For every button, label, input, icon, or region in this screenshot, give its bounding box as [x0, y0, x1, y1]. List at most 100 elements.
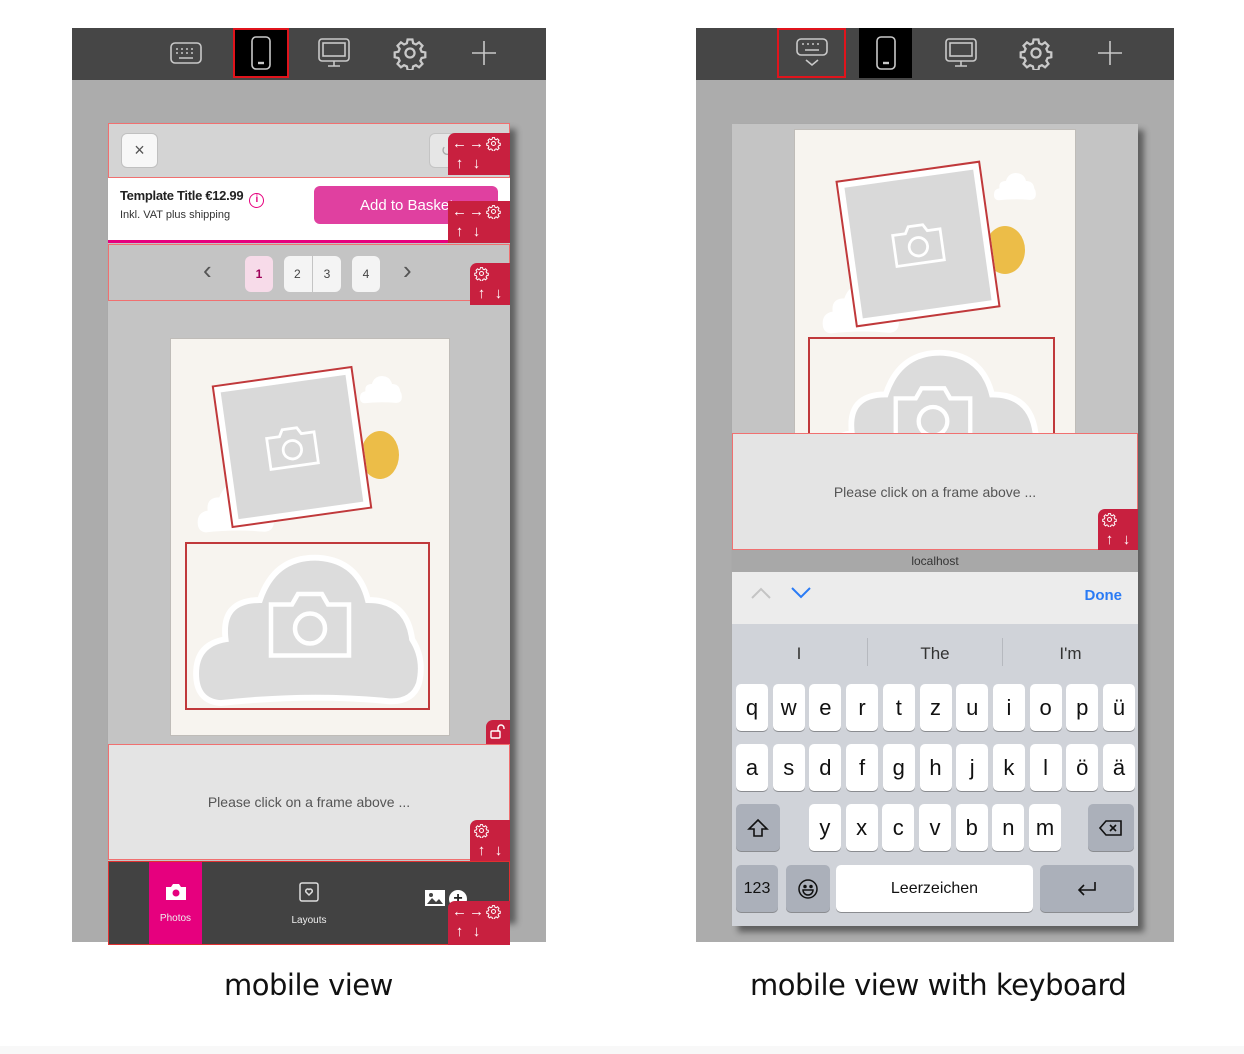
- layout-icon: [299, 881, 319, 902]
- move-down-icon[interactable]: ↓: [1118, 530, 1135, 550]
- key[interactable]: l: [1029, 744, 1062, 791]
- footer-strip: [0, 1046, 1244, 1054]
- close-button[interactable]: ×: [121, 133, 158, 168]
- numbers-key[interactable]: 123: [736, 865, 778, 912]
- move-down-icon[interactable]: ↓: [468, 154, 485, 174]
- settings-button[interactable]: [390, 28, 430, 78]
- move-down-icon[interactable]: ↓: [490, 841, 507, 861]
- suggestion-3[interactable]: I'm: [1003, 634, 1138, 674]
- key[interactable]: w: [772, 684, 805, 731]
- key[interactable]: z: [919, 684, 952, 731]
- cloud-decoration: [359, 369, 403, 409]
- gear-icon[interactable]: [473, 821, 490, 841]
- key[interactable]: h: [919, 744, 952, 791]
- key[interactable]: ü: [1103, 684, 1135, 731]
- mobile-view-button[interactable]: [233, 28, 289, 78]
- key[interactable]: ö: [1066, 744, 1099, 791]
- return-icon: [1077, 881, 1096, 896]
- nav-layouts[interactable]: Layouts: [279, 862, 339, 944]
- move-up-icon[interactable]: ↑: [1101, 530, 1118, 550]
- move-up-icon[interactable]: ↑: [451, 154, 468, 174]
- move-right-icon[interactable]: →: [468, 902, 485, 922]
- move-left-icon[interactable]: ←: [451, 202, 468, 222]
- cloud-photo-frame[interactable]: [808, 337, 1055, 437]
- suggestion-2[interactable]: The: [868, 634, 1002, 674]
- shift-key[interactable]: [736, 804, 780, 851]
- key[interactable]: r: [846, 684, 879, 731]
- key[interactable]: q: [736, 684, 768, 731]
- gear-icon[interactable]: [485, 902, 502, 922]
- key[interactable]: y: [808, 804, 841, 851]
- key[interactable]: g: [882, 744, 915, 791]
- backspace-key[interactable]: [1088, 804, 1134, 851]
- key[interactable]: k: [992, 744, 1025, 791]
- key[interactable]: b: [955, 804, 988, 851]
- key[interactable]: o: [1029, 684, 1062, 731]
- key[interactable]: ä: [1103, 744, 1135, 791]
- key[interactable]: u: [956, 684, 989, 731]
- square-photo-frame[interactable]: [835, 160, 1001, 328]
- prev-page-button[interactable]: ‹: [203, 255, 212, 285]
- key[interactable]: a: [736, 744, 768, 791]
- move-up-icon[interactable]: ↑: [451, 922, 468, 942]
- move-up-icon[interactable]: ↑: [473, 841, 490, 861]
- chevron-down-icon[interactable]: [790, 586, 812, 600]
- key[interactable]: j: [956, 744, 989, 791]
- key[interactable]: c: [882, 804, 915, 851]
- backspace-icon: [1099, 819, 1122, 836]
- desktop-view-button[interactable]: [314, 28, 354, 78]
- cloud-photo-frame[interactable]: [185, 542, 430, 710]
- gear-icon[interactable]: [1101, 510, 1118, 530]
- key[interactable]: s: [772, 744, 805, 791]
- key[interactable]: v: [919, 804, 951, 851]
- move-left-icon[interactable]: ←: [451, 902, 468, 922]
- move-up-icon[interactable]: ↑: [451, 222, 468, 242]
- return-key[interactable]: [1040, 865, 1134, 912]
- unlock-button[interactable]: [486, 720, 510, 744]
- gear-icon[interactable]: [485, 202, 502, 222]
- chevron-up-icon[interactable]: [750, 586, 772, 600]
- smartphone-icon: [875, 36, 896, 70]
- nav-photos[interactable]: Photos: [149, 862, 202, 944]
- key[interactable]: f: [846, 744, 879, 791]
- key[interactable]: e: [809, 684, 842, 731]
- move-right-icon[interactable]: →: [468, 202, 485, 222]
- key[interactable]: p: [1066, 684, 1099, 731]
- square-photo-frame[interactable]: [211, 365, 373, 529]
- key[interactable]: d: [809, 744, 842, 791]
- next-page-button[interactable]: ›: [403, 255, 412, 285]
- key[interactable]: n: [992, 804, 1025, 851]
- move-down-icon[interactable]: ↓: [468, 922, 485, 942]
- camera-icon: [265, 586, 355, 662]
- mobile-view-button[interactable]: [859, 28, 912, 78]
- move-right-icon[interactable]: →: [468, 134, 485, 154]
- move-up-icon[interactable]: ↑: [473, 284, 490, 304]
- desktop-view-button[interactable]: [941, 28, 981, 78]
- move-down-icon[interactable]: ↓: [468, 222, 485, 242]
- emoji-key[interactable]: [786, 865, 830, 912]
- keyboard-accessory-bar: Done: [732, 572, 1138, 624]
- gear-icon[interactable]: [473, 264, 490, 284]
- settings-button[interactable]: [1016, 28, 1056, 78]
- key[interactable]: t: [882, 684, 915, 731]
- page-1-button[interactable]: 1: [245, 256, 273, 292]
- move-left-icon[interactable]: ←: [451, 134, 468, 154]
- page-4-button[interactable]: 4: [352, 256, 380, 292]
- keyboard-toggle-button[interactable]: [777, 28, 846, 78]
- keyboard-toggle-button[interactable]: [164, 28, 208, 78]
- space-key[interactable]: Leerzeichen: [836, 865, 1033, 912]
- page-3-button[interactable]: 3: [313, 256, 341, 292]
- gear-icon[interactable]: [485, 134, 502, 154]
- add-button[interactable]: [1092, 28, 1128, 78]
- done-button[interactable]: Done: [1085, 587, 1123, 604]
- key[interactable]: m: [1029, 804, 1062, 851]
- key[interactable]: i: [992, 684, 1025, 731]
- key[interactable]: x: [845, 804, 878, 851]
- emoji-icon: [798, 878, 818, 899]
- add-button[interactable]: [466, 28, 502, 78]
- move-down-icon[interactable]: ↓: [490, 284, 507, 304]
- add-image-icon[interactable]: [425, 890, 445, 906]
- info-icon[interactable]: i: [249, 193, 265, 208]
- virtual-keyboard: I The I'm qwertzuiopü asdfghjklöä yxcvbn…: [732, 624, 1138, 926]
- suggestion-1[interactable]: I: [732, 634, 866, 674]
